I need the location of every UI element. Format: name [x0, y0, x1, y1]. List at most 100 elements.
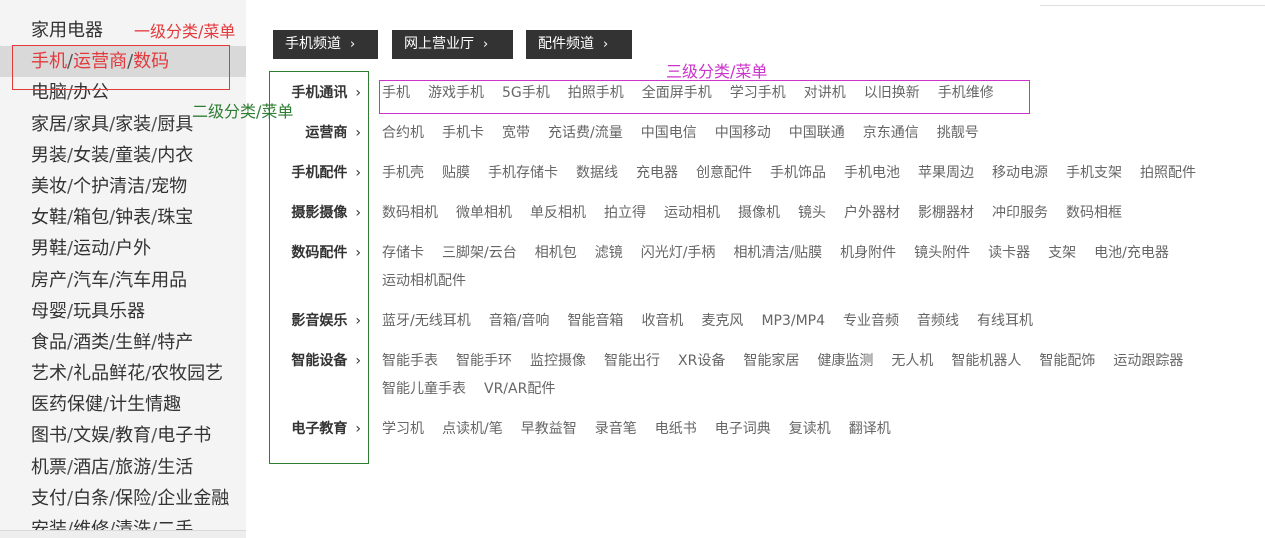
category-link[interactable]: 运动	[73, 238, 109, 259]
level3-category-link[interactable]: 手机存储卡	[488, 165, 558, 181]
level3-category-link[interactable]: 贴膜	[442, 165, 470, 181]
category-link[interactable]: 男鞋	[31, 238, 67, 259]
level3-category-link[interactable]: 智能手环	[456, 353, 512, 369]
level3-category-link[interactable]: 运动相机	[664, 205, 720, 221]
category-link[interactable]: 医药保健	[31, 394, 103, 415]
category-link[interactable]: 计生情趣	[109, 394, 181, 415]
level3-category-link[interactable]: 三脚架/云台	[442, 245, 517, 261]
sidebar-category-row[interactable]: 医药保健/计生情趣	[0, 389, 246, 420]
level3-category-link[interactable]: 冲印服务	[992, 205, 1048, 221]
level3-category-link[interactable]: 挑靓号	[937, 125, 979, 141]
category-link[interactable]: 宠物	[151, 176, 187, 197]
category-link[interactable]: 女装	[73, 145, 109, 166]
level3-category-link[interactable]: 手机饰品	[770, 165, 826, 181]
channel-button[interactable]: 网上营业厅 ›	[392, 30, 513, 59]
category-link[interactable]: 家居	[31, 114, 67, 135]
level3-category-link[interactable]: 智能儿童手表	[382, 381, 466, 397]
level3-category-link[interactable]: 早教益智	[521, 421, 577, 437]
level3-category-link[interactable]: 相机清洁/贴膜	[733, 245, 822, 261]
category-link[interactable]: 汽车用品	[115, 270, 187, 291]
level3-category-link[interactable]: 智能出行	[604, 353, 660, 369]
level3-category-link[interactable]: 苹果周边	[918, 165, 974, 181]
level3-category-link[interactable]: 音箱/音响	[489, 313, 550, 329]
category-link[interactable]: 支付	[31, 488, 67, 509]
category-link[interactable]: 女鞋	[31, 207, 67, 228]
level3-category-link[interactable]: 影棚器材	[918, 205, 974, 221]
level3-category-link[interactable]: 手机电池	[844, 165, 900, 181]
category-link[interactable]: 家具	[73, 114, 109, 135]
category-link[interactable]: 个护清洁	[73, 176, 145, 197]
level3-category-link[interactable]: 手机支架	[1066, 165, 1122, 181]
level3-category-link[interactable]: 收音机	[641, 313, 683, 329]
category-link[interactable]: 生鲜	[115, 332, 151, 353]
category-link[interactable]: 童装	[115, 145, 151, 166]
level3-category-link[interactable]: 相机包	[535, 245, 577, 261]
category-link[interactable]: 酒店	[73, 457, 109, 478]
level3-category-link[interactable]: 专业音频	[843, 313, 899, 329]
level3-category-link[interactable]: 蓝牙/无线耳机	[382, 313, 471, 329]
sidebar-category-row[interactable]: 房产/汽车/汽车用品	[0, 265, 246, 296]
category-link[interactable]: 艺术	[31, 363, 67, 384]
horizontal-scrollbar[interactable]	[0, 530, 246, 538]
level3-category-link[interactable]: 拍立得	[604, 205, 646, 221]
level3-category-link[interactable]: 手机卡	[442, 125, 484, 141]
sidebar-category-row[interactable]: 男鞋/运动/户外	[0, 233, 246, 264]
level3-category-link[interactable]: 智能配饰	[1039, 353, 1095, 369]
level3-category-link[interactable]: 学习机	[382, 421, 424, 437]
level3-category-link[interactable]: 镜头附件	[914, 245, 970, 261]
channel-button[interactable]: 配件频道 ›	[526, 30, 632, 59]
level3-category-link[interactable]: 充话费/流量	[548, 125, 623, 141]
level3-category-link[interactable]: 滤镜	[595, 245, 623, 261]
category-link[interactable]: 箱包	[73, 207, 109, 228]
level3-category-link[interactable]: 京东通信	[863, 125, 919, 141]
level3-category-link[interactable]: 户外器材	[844, 205, 900, 221]
channel-button[interactable]: 手机频道 ›	[273, 30, 378, 59]
sidebar-category-row[interactable]: 母婴/玩具乐器	[0, 296, 246, 327]
level3-category-link[interactable]: 机身附件	[840, 245, 896, 261]
level3-category-link[interactable]: 电子词典	[715, 421, 771, 437]
level3-category-link[interactable]: 复读机	[789, 421, 831, 437]
level3-category-link[interactable]: 移动电源	[992, 165, 1048, 181]
level3-category-link[interactable]: 录音笔	[595, 421, 637, 437]
level3-category-link[interactable]: 微单相机	[456, 205, 512, 221]
category-link[interactable]: 保险	[115, 488, 151, 509]
sidebar-category-row[interactable]: 机票/酒店/旅游/生活	[0, 452, 246, 483]
level3-category-link[interactable]: 运动跟踪器	[1113, 353, 1183, 369]
category-link[interactable]: 机票	[31, 457, 67, 478]
category-link[interactable]: 教育	[115, 425, 151, 446]
level3-category-link[interactable]: 宽带	[502, 125, 530, 141]
category-link[interactable]: 酒类	[73, 332, 109, 353]
category-link[interactable]: 家装	[115, 114, 151, 135]
category-link[interactable]: 文娱	[73, 425, 109, 446]
level3-category-link[interactable]: 中国移动	[715, 125, 771, 141]
level3-category-link[interactable]: 合约机	[382, 125, 424, 141]
level3-category-link[interactable]: 有线耳机	[977, 313, 1033, 329]
level3-category-link[interactable]: 数码相框	[1066, 205, 1122, 221]
level3-category-link[interactable]: 无人机	[891, 353, 933, 369]
level3-category-link[interactable]: 音频线	[917, 313, 959, 329]
level3-category-link[interactable]: 健康监测	[817, 353, 873, 369]
level3-category-link[interactable]: 单反相机	[530, 205, 586, 221]
level3-category-link[interactable]: 智能手表	[382, 353, 438, 369]
level3-category-link[interactable]: MP3/MP4	[761, 313, 825, 329]
level3-category-link[interactable]: 中国联通	[789, 125, 845, 141]
category-link[interactable]: 农牧园艺	[151, 363, 223, 384]
category-link[interactable]: 玩具乐器	[73, 301, 145, 322]
level3-category-link[interactable]: 支架	[1048, 245, 1076, 261]
level3-category-link[interactable]: 拍照配件	[1140, 165, 1196, 181]
level3-category-link[interactable]: 电纸书	[655, 421, 697, 437]
category-link[interactable]: 母婴	[31, 301, 67, 322]
category-link[interactable]: 食品	[31, 332, 67, 353]
category-link[interactable]: 户外	[115, 238, 151, 259]
sidebar-category-row[interactable]: 男装/女装/童装/内衣	[0, 140, 246, 171]
level3-category-link[interactable]: XR设备	[678, 353, 725, 369]
level3-category-link[interactable]: VR/AR配件	[484, 381, 555, 397]
sidebar-category-row[interactable]: 支付/白条/保险/企业金融	[0, 483, 246, 514]
level3-category-link[interactable]: 充电器	[636, 165, 678, 181]
level3-category-link[interactable]: 运动相机配件	[382, 273, 466, 289]
category-link[interactable]: 白条	[73, 488, 109, 509]
level3-category-link[interactable]: 监控摄像	[530, 353, 586, 369]
category-link[interactable]: 钟表	[115, 207, 151, 228]
category-link[interactable]: 美妆	[31, 176, 67, 197]
level3-category-link[interactable]: 镜头	[798, 205, 826, 221]
